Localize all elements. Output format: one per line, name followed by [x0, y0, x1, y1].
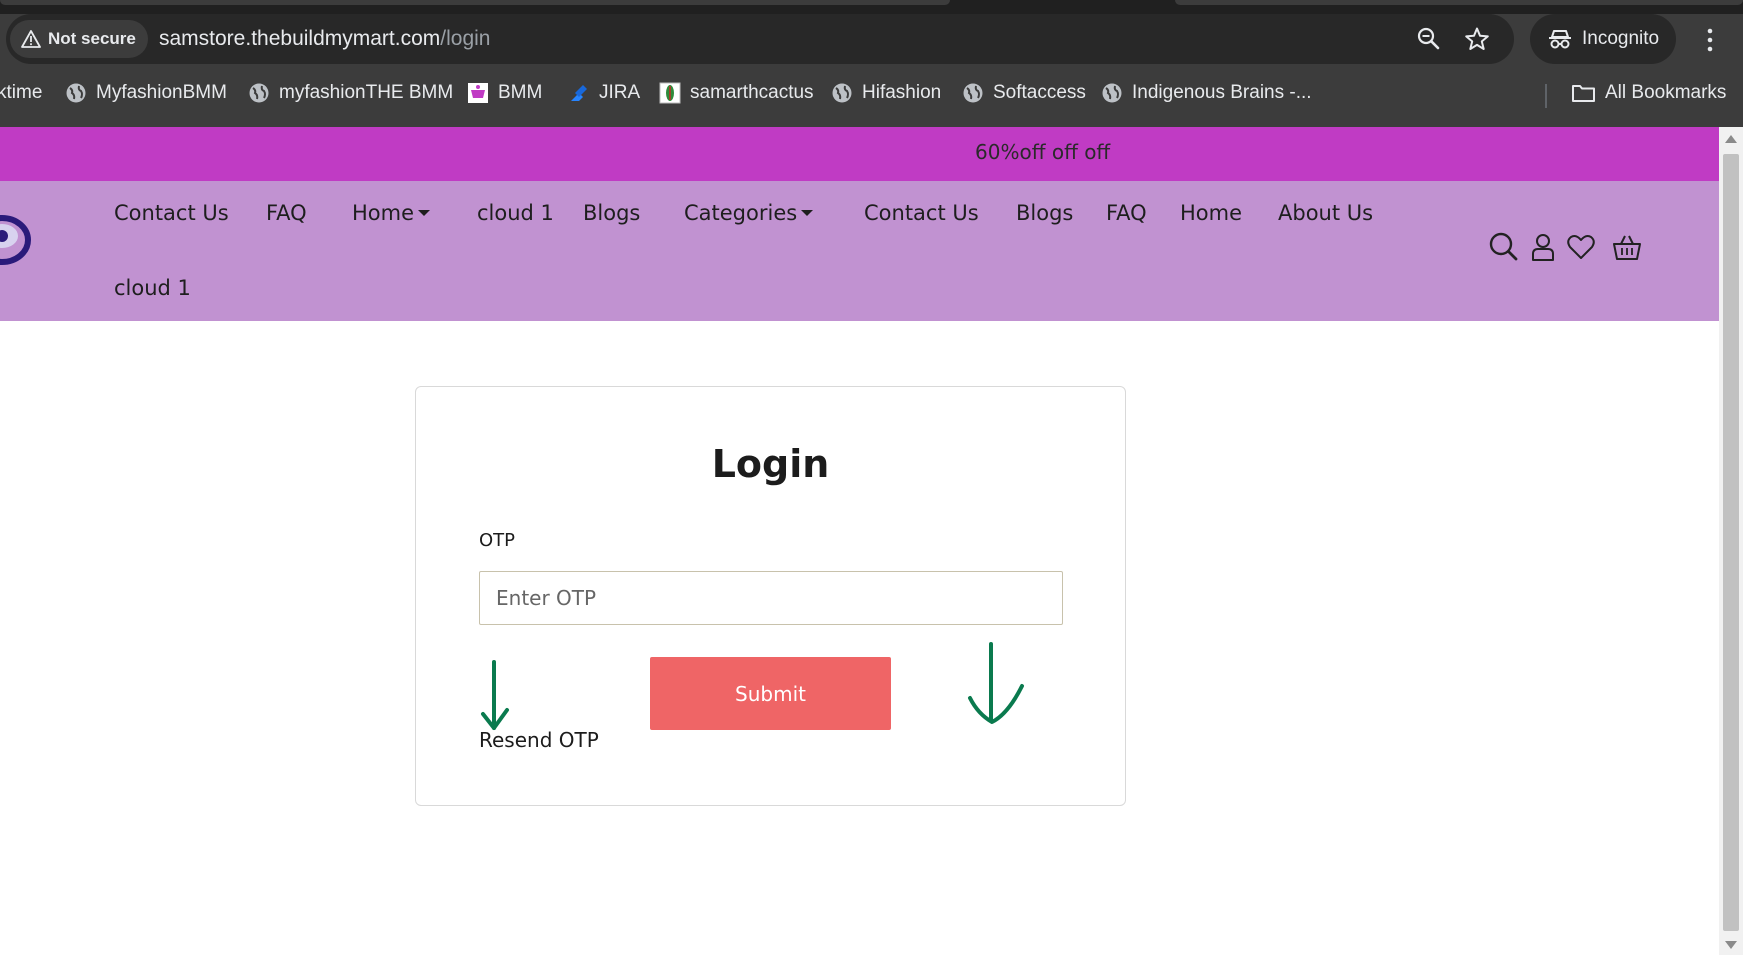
- bookmark-item[interactable]: BMM: [467, 82, 542, 104]
- bookmark-label: Indigenous Brains -...: [1132, 82, 1312, 103]
- bookmark-item[interactable]: JIRA: [568, 82, 640, 104]
- site-header: Contact Us FAQ Home cloud 1 Blogs Catego…: [0, 181, 1719, 321]
- cactus-favicon: [659, 82, 681, 104]
- star-icon[interactable]: [1464, 26, 1490, 52]
- submit-button[interactable]: Submit: [650, 657, 891, 730]
- bookmark-label: JIRA: [599, 82, 641, 103]
- bookmark-label: Softaccess: [993, 82, 1086, 103]
- nav-contact-us[interactable]: Contact Us: [114, 201, 229, 225]
- url-path: /login: [440, 27, 491, 50]
- nav-blogs[interactable]: Blogs: [583, 201, 640, 225]
- nav-home-dropdown[interactable]: Home: [352, 201, 431, 225]
- menu-kebab-icon[interactable]: [1700, 26, 1720, 54]
- caret-down-icon: [418, 209, 431, 216]
- browser-toolbar: Not secure samstore.thebuildmymart.com/l…: [0, 14, 1743, 66]
- nav-home-label: Home: [352, 201, 415, 225]
- globe-icon: [963, 83, 983, 103]
- nav-categories-dropdown[interactable]: Categories: [684, 201, 814, 225]
- scroll-up-arrow-icon[interactable]: [1725, 135, 1737, 143]
- bookmarks-bar: ktime MyfashionBMM myfashionTHE BMM BMM …: [0, 74, 1743, 116]
- login-card: Login OTP Submit Resend OTP: [415, 386, 1126, 806]
- scroll-down-arrow-icon[interactable]: [1725, 941, 1737, 949]
- bookmark-label: ktime: [0, 82, 43, 103]
- bookmark-item[interactable]: ktime: [0, 82, 42, 104]
- incognito-icon: [1549, 30, 1571, 49]
- user-account-icon[interactable]: [1528, 232, 1558, 262]
- tab-strip: [0, 0, 1743, 14]
- all-bookmarks-button[interactable]: All Bookmarks: [1571, 82, 1726, 104]
- nav-cloud-1[interactable]: cloud 1: [477, 201, 554, 225]
- address-bar[interactable]: Not secure samstore.thebuildmymart.com/l…: [6, 14, 1514, 64]
- nav-blogs-2[interactable]: Blogs: [1016, 201, 1073, 225]
- url-text[interactable]: samstore.thebuildmymart.com/login: [159, 27, 490, 51]
- security-label: Not secure: [48, 29, 136, 48]
- login-title: Login: [711, 442, 830, 486]
- globe-icon: [249, 83, 269, 103]
- zoom-icon[interactable]: [1416, 26, 1442, 52]
- caret-down-icon: [801, 209, 814, 216]
- annotation-arrow-down-icon: [481, 660, 509, 730]
- security-chip[interactable]: Not secure: [10, 20, 148, 58]
- nav-cloud-1-2[interactable]: cloud 1: [114, 276, 191, 300]
- otp-label: OTP: [479, 530, 516, 551]
- nav-faq[interactable]: FAQ: [266, 201, 307, 225]
- bookmark-item[interactable]: samarthcactus: [659, 82, 814, 104]
- search-icon[interactable]: [1488, 232, 1518, 262]
- globe-icon: [66, 83, 86, 103]
- page-viewport: 60%off off off Contact Us FAQ Home cloud…: [0, 127, 1719, 955]
- bookmark-label: samarthcactus: [690, 82, 814, 103]
- nav-categories-label: Categories: [684, 201, 798, 225]
- wishlist-heart-icon[interactable]: [1566, 232, 1596, 262]
- bookmark-item[interactable]: Softaccess: [962, 82, 1086, 104]
- nav-home-2[interactable]: Home: [1180, 201, 1242, 225]
- jira-icon: [571, 85, 587, 101]
- page-scrollbar[interactable]: [1719, 127, 1743, 955]
- bookmark-label: myfashionTHE BMM: [279, 82, 454, 103]
- promo-text: 60%off off off: [975, 140, 1111, 164]
- site-logo[interactable]: [0, 206, 34, 270]
- bookmark-label: MyfashionBMM: [96, 82, 227, 103]
- scrollbar-thumb[interactable]: [1723, 154, 1739, 931]
- promo-banner: 60%off off off: [0, 127, 1719, 181]
- bookmark-item[interactable]: myfashionTHE BMM: [248, 82, 453, 104]
- incognito-chip[interactable]: Incognito: [1530, 14, 1676, 64]
- cart-basket-icon[interactable]: [1612, 232, 1642, 262]
- globe-icon: [832, 83, 852, 103]
- bookmarks-divider: [1545, 84, 1547, 108]
- bookmark-label: Hifashion: [862, 82, 942, 103]
- tab-inactive[interactable]: [0, 0, 950, 5]
- folder-icon: [1572, 85, 1595, 102]
- bookmark-item[interactable]: Indigenous Brains -...: [1101, 82, 1312, 104]
- otp-input[interactable]: [479, 571, 1063, 625]
- globe-icon: [1102, 83, 1122, 103]
- bookmark-item[interactable]: MyfashionBMM: [65, 82, 227, 104]
- nav-contact-us-2[interactable]: Contact Us: [864, 201, 979, 225]
- annotation-arrow-down-icon: [968, 642, 1024, 724]
- url-host: samstore.thebuildmymart.com: [159, 27, 441, 50]
- nav-faq-2[interactable]: FAQ: [1106, 201, 1147, 225]
- browser-chrome: Not secure samstore.thebuildmymart.com/l…: [0, 0, 1743, 127]
- bookmark-label: BMM: [498, 82, 543, 103]
- warning-icon: [21, 30, 41, 48]
- all-bookmarks-label: All Bookmarks: [1605, 82, 1727, 103]
- nav-about-us[interactable]: About Us: [1278, 201, 1373, 225]
- tab-inactive[interactable]: [1175, 0, 1743, 5]
- profile-label: Incognito: [1582, 28, 1660, 49]
- bmm-favicon: [468, 83, 488, 103]
- bookmark-item[interactable]: Hifashion: [831, 82, 941, 104]
